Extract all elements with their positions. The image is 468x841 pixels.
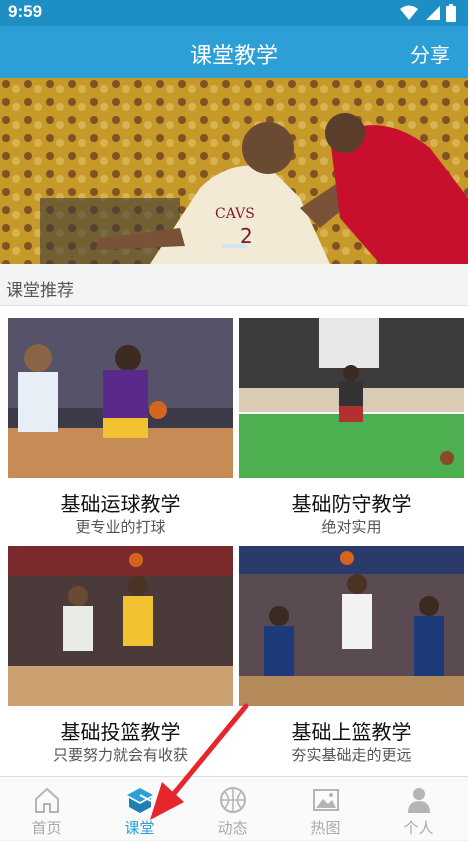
course-image-defense bbox=[239, 318, 464, 478]
course-title: 基础防守教学 bbox=[291, 492, 412, 516]
basketball-icon bbox=[220, 787, 246, 813]
course-card-shooting[interactable]: 基础投篮教学 只要努力就会有收获 bbox=[8, 546, 233, 766]
signal-icon bbox=[426, 6, 440, 20]
course-image-shooting bbox=[8, 546, 233, 706]
svg-text:CAVS: CAVS bbox=[215, 206, 255, 222]
course-title: 基础运球教学 bbox=[60, 492, 181, 516]
nav-label: 热图 bbox=[310, 819, 341, 837]
status-bar: 9:59 bbox=[0, 0, 468, 26]
course-subtitle: 夯实基础走的更远 bbox=[291, 746, 412, 764]
nav-label: 首页 bbox=[31, 819, 62, 837]
course-image-dribble bbox=[8, 318, 233, 478]
nav-item-classroom[interactable]: 课堂 bbox=[93, 777, 186, 841]
course-title: 基础投篮教学 bbox=[60, 720, 181, 744]
nav-item-hot-pictures[interactable]: 热图 bbox=[279, 777, 372, 841]
nav-item-home[interactable]: 首页 bbox=[0, 777, 93, 841]
app-bar: 课堂教学 分享 bbox=[0, 26, 468, 78]
course-card-layup[interactable]: 基础上篮教学 夯实基础走的更远 bbox=[239, 546, 464, 766]
person-icon bbox=[408, 788, 430, 813]
banner-image: CAVS 2 bbox=[0, 78, 468, 264]
section-header: 课堂推荐 bbox=[0, 264, 468, 306]
course-card-dribble[interactable]: 基础运球教学 更专业的打球 bbox=[8, 318, 233, 538]
nav-item-profile[interactable]: 个人 bbox=[372, 777, 465, 841]
share-button[interactable]: 分享 bbox=[410, 39, 450, 68]
home-icon bbox=[35, 787, 59, 813]
course-subtitle: 更专业的打球 bbox=[75, 518, 166, 536]
carousel-indicator bbox=[221, 244, 247, 248]
course-image-layup bbox=[239, 546, 464, 706]
nav-item-feed[interactable]: 动态 bbox=[186, 777, 279, 841]
status-time: 9:59 bbox=[8, 2, 43, 21]
nav-label: 个人 bbox=[403, 819, 434, 837]
banner-carousel[interactable]: CAVS 2 bbox=[0, 78, 468, 264]
section-title: 课堂推荐 bbox=[6, 281, 74, 301]
wifi-icon bbox=[400, 5, 418, 20]
bottom-nav: 首页 课堂 动态 热图 个人 bbox=[0, 776, 468, 840]
battery-icon bbox=[446, 4, 456, 22]
page-title: 课堂教学 bbox=[189, 44, 278, 69]
course-grid: 基础运球教学 更专业的打球 基础防守教学 绝对实用 基础投篮教学 只要努力就会有… bbox=[0, 306, 468, 776]
course-title: 基础上篮教学 bbox=[291, 720, 412, 744]
image-icon bbox=[313, 789, 339, 811]
course-card-defense[interactable]: 基础防守教学 绝对实用 bbox=[239, 318, 464, 538]
status-icons bbox=[400, 4, 456, 22]
course-subtitle: 只要努力就会有收获 bbox=[52, 746, 188, 764]
course-subtitle: 绝对实用 bbox=[321, 518, 382, 536]
nav-label: 课堂 bbox=[124, 819, 155, 837]
classroom-icon bbox=[127, 788, 153, 813]
nav-label: 动态 bbox=[217, 819, 248, 837]
